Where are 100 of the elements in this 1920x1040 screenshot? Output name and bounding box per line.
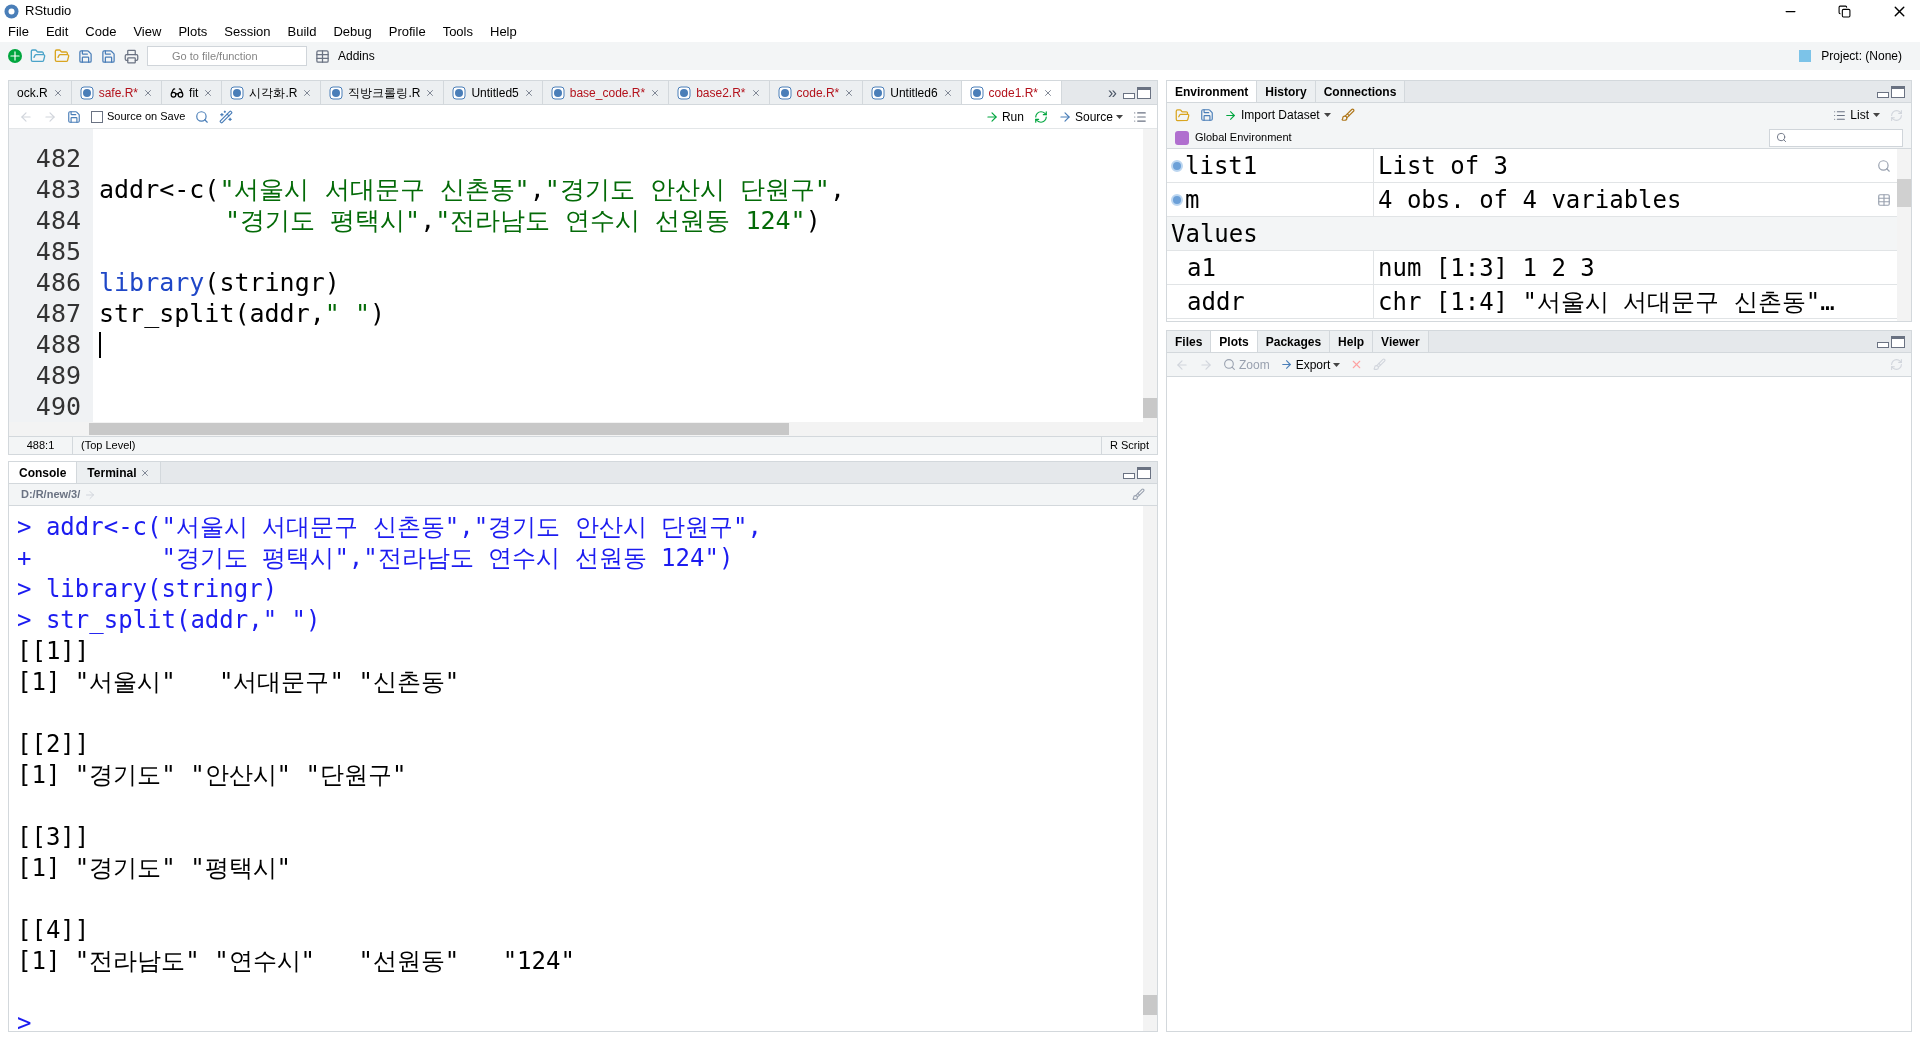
menu-item[interactable]: Tools bbox=[442, 22, 473, 42]
scrollbar-thumb[interactable] bbox=[1143, 398, 1157, 418]
load-workspace-icon[interactable] bbox=[1175, 107, 1190, 123]
editor-tab[interactable]: code1.R* bbox=[961, 81, 1062, 104]
close-tab-icon[interactable] bbox=[302, 87, 313, 98]
save-workspace-icon[interactable] bbox=[1200, 108, 1214, 122]
close-tab-icon[interactable] bbox=[844, 87, 855, 98]
maximize-pane-icon[interactable] bbox=[1891, 335, 1905, 348]
editor-tab[interactable]: code.R* bbox=[769, 81, 864, 104]
variable-value: List of 3 bbox=[1377, 150, 1510, 182]
menu-item[interactable]: Edit bbox=[45, 22, 69, 42]
project-menu[interactable]: Project: (None) bbox=[1821, 47, 1902, 65]
project-cube-icon bbox=[1797, 48, 1814, 64]
maximize-pane-icon[interactable] bbox=[1891, 85, 1905, 98]
more-tabs-button[interactable]: » bbox=[1102, 81, 1123, 104]
open-project-icon[interactable] bbox=[30, 48, 46, 64]
source-button[interactable]: Source bbox=[1057, 107, 1123, 126]
menu-item[interactable]: File bbox=[8, 22, 29, 42]
print-icon[interactable] bbox=[124, 48, 139, 64]
editor-tab[interactable]: ock.R bbox=[9, 81, 72, 104]
search-icon[interactable] bbox=[1877, 158, 1891, 173]
environment-tab[interactable]: History bbox=[1257, 81, 1316, 102]
menu-item[interactable]: Debug bbox=[333, 22, 372, 42]
view-mode-button[interactable]: List bbox=[1833, 106, 1880, 124]
minimize-pane-icon[interactable] bbox=[1123, 472, 1135, 479]
close-tab-icon[interactable] bbox=[1043, 87, 1053, 98]
environment-search-field[interactable] bbox=[1769, 128, 1903, 147]
variable-name[interactable]: a1 bbox=[1187, 249, 1216, 286]
save-all-icon[interactable] bbox=[101, 48, 116, 64]
menu-item[interactable]: Profile bbox=[388, 22, 426, 42]
rerun-icon[interactable] bbox=[1033, 109, 1048, 124]
editor-tab[interactable]: base_code.R* bbox=[542, 81, 670, 104]
close-tab-icon[interactable] bbox=[140, 467, 151, 478]
editor-tab[interactable]: 시각화.R bbox=[222, 81, 322, 104]
expand-icon[interactable] bbox=[1171, 159, 1183, 172]
close-tab-icon[interactable] bbox=[942, 87, 953, 98]
menu-item[interactable]: Build bbox=[287, 22, 317, 42]
scrollbar-thumb[interactable] bbox=[1143, 995, 1157, 1015]
expand-icon[interactable] bbox=[1171, 193, 1183, 206]
files-tab[interactable]: Files bbox=[1167, 331, 1212, 352]
go-to-file-field[interactable]: Go to file/function bbox=[147, 46, 307, 66]
editor-tab[interactable]: Untitled6 bbox=[863, 81, 962, 104]
environment-selector[interactable]: Global Environment bbox=[1195, 129, 1292, 146]
close-tab-icon[interactable] bbox=[143, 87, 154, 98]
maximize-pane-icon[interactable] bbox=[1137, 466, 1151, 479]
console-tab[interactable]: Console bbox=[9, 462, 78, 483]
variable-name[interactable]: addr bbox=[1187, 283, 1245, 320]
environment-tab[interactable]: Connections bbox=[1315, 81, 1406, 102]
menu-item[interactable]: Plots bbox=[178, 22, 208, 42]
editor-tab[interactable]: base2.R* bbox=[669, 81, 770, 104]
console-tab[interactable]: Terminal bbox=[77, 462, 162, 483]
export-button[interactable]: Export bbox=[1279, 355, 1341, 374]
menu-item[interactable]: View bbox=[133, 22, 162, 42]
files-tab[interactable]: Packages bbox=[1257, 331, 1331, 352]
import-dataset-button[interactable]: Import Dataset bbox=[1224, 106, 1331, 124]
editor-tab[interactable]: Untitled5 bbox=[444, 81, 543, 104]
scope-selector[interactable]: (Top Level) bbox=[73, 437, 1101, 454]
variable-value: 4 obs. of 4 variables bbox=[1377, 184, 1683, 216]
files-tab[interactable]: Plots bbox=[1211, 331, 1258, 352]
open-folder-icon[interactable] bbox=[54, 48, 70, 64]
save-icon[interactable] bbox=[78, 48, 93, 64]
restore-icon[interactable] bbox=[1838, 4, 1851, 18]
file-type-selector[interactable]: R Script bbox=[1100, 437, 1157, 454]
minimize-pane-icon[interactable] bbox=[1877, 341, 1889, 348]
close-tab-icon[interactable] bbox=[203, 87, 214, 98]
magic-wand-icon[interactable] bbox=[219, 109, 234, 124]
addins-menu[interactable]: Addins bbox=[338, 47, 375, 65]
broom-icon[interactable] bbox=[1340, 108, 1355, 122]
menu-item[interactable]: Session bbox=[224, 22, 271, 42]
clear-console-icon[interactable] bbox=[1132, 488, 1145, 501]
minimize-pane-icon[interactable] bbox=[1877, 91, 1889, 98]
outline-icon[interactable] bbox=[1133, 109, 1147, 124]
layout-icon[interactable] bbox=[315, 48, 330, 64]
save-icon[interactable] bbox=[67, 109, 81, 124]
editor-tab[interactable]: safe.R* bbox=[71, 81, 163, 104]
close-tab-icon[interactable] bbox=[750, 87, 761, 98]
menu-item[interactable]: Code bbox=[85, 22, 117, 42]
variable-name[interactable]: list1 bbox=[1185, 149, 1258, 184]
line-number: 487 bbox=[35, 298, 81, 329]
close-tab-icon[interactable] bbox=[523, 87, 534, 98]
table-icon[interactable] bbox=[1877, 192, 1891, 207]
editor-tab[interactable]: fit bbox=[162, 81, 223, 104]
new-file-icon[interactable] bbox=[8, 49, 22, 63]
environment-tab[interactable]: Environment bbox=[1167, 81, 1258, 102]
files-tab[interactable]: Viewer bbox=[1373, 331, 1429, 352]
scrollbar-thumb[interactable] bbox=[1897, 179, 1911, 207]
source-on-save-checkbox[interactable]: Source on Save bbox=[91, 108, 186, 125]
horizontal-scrollbar[interactable] bbox=[89, 423, 789, 435]
maximize-pane-icon[interactable] bbox=[1137, 86, 1151, 99]
search-icon[interactable] bbox=[195, 109, 210, 124]
tab-label: 직방크롤링.R bbox=[348, 84, 421, 102]
editor-tab[interactable]: 직방크롤링.R bbox=[321, 81, 445, 104]
run-button[interactable]: Run bbox=[984, 107, 1024, 126]
minimize-pane-icon[interactable] bbox=[1123, 92, 1135, 99]
variable-name[interactable]: m bbox=[1185, 181, 1200, 218]
close-tab-icon[interactable] bbox=[52, 87, 63, 98]
close-tab-icon[interactable] bbox=[650, 87, 661, 98]
menu-item[interactable]: Help bbox=[490, 22, 517, 42]
files-tab[interactable]: Help bbox=[1330, 331, 1374, 352]
close-tab-icon[interactable] bbox=[425, 87, 436, 98]
